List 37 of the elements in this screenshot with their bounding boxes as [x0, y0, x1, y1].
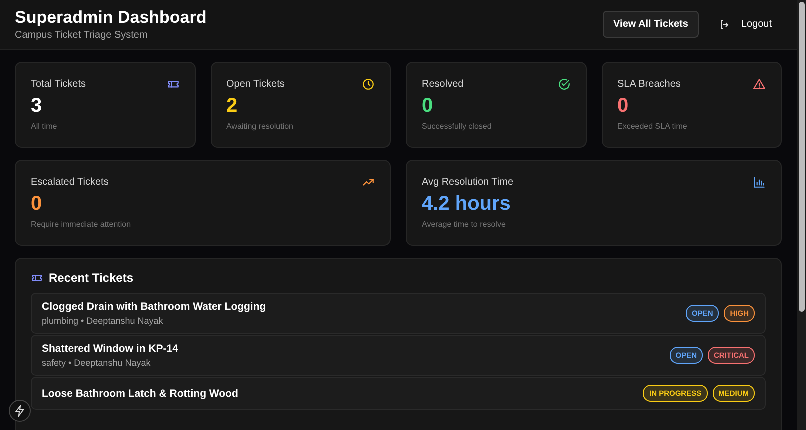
ticket-icon: [31, 272, 43, 284]
ticket-title: Clogged Drain with Bathroom Water Logging: [42, 301, 266, 313]
stat-note: All time: [31, 122, 58, 131]
bar-chart-icon: [753, 176, 766, 189]
stat-note: Exceeded SLA time: [618, 122, 688, 131]
stat-value: 0: [422, 95, 434, 117]
stat-label: Open Tickets: [226, 79, 285, 90]
stat-value: 0: [31, 193, 44, 215]
dashboard-subtitle: Campus Ticket Triage System: [15, 30, 149, 41]
stat-label: SLA Breaches: [618, 79, 681, 90]
check-circle-icon: [558, 78, 570, 91]
stat-value: 0: [618, 95, 630, 117]
stat-note: Average time to resolve: [422, 220, 507, 229]
stat-value: 3: [31, 95, 44, 117]
stat-note: Require immediate attention: [31, 220, 132, 229]
recent-tickets-heading: Recent Tickets: [49, 271, 134, 285]
stat-value: 2: [226, 95, 239, 117]
stat-note: Successfully closed: [422, 122, 493, 131]
view-all-tickets-button[interactable]: View All Tickets: [602, 11, 700, 38]
clock-icon: [362, 78, 375, 91]
scrollbar[interactable]: [797, 0, 806, 430]
lightning-icon: [14, 405, 26, 417]
stat-note: Awaiting resolution: [226, 122, 295, 131]
stat-label: Escalated Tickets: [31, 177, 109, 188]
ticket-title: Shattered Window in KP-14: [42, 343, 178, 355]
stat-value: 4.2 hours: [422, 193, 512, 215]
ticket-title: Loose Bathroom Latch & Rotting Wood: [42, 388, 238, 400]
dashboard-title: Superadmin Dashboard: [15, 8, 207, 28]
bolt-button[interactable]: [9, 400, 31, 422]
stat-label: Avg Resolution Time: [422, 177, 514, 188]
ticket-meta: safety • Deeptanshu Nayak: [42, 358, 152, 368]
logout-button[interactable]: Logout: [709, 12, 782, 38]
stat-label: Total Tickets: [31, 79, 86, 90]
stat-label: Resolved: [422, 79, 464, 90]
logout-icon: [719, 18, 732, 30]
warning-icon: [753, 78, 766, 91]
ticket-meta: plumbing • Deeptanshu Nayak: [42, 316, 164, 326]
